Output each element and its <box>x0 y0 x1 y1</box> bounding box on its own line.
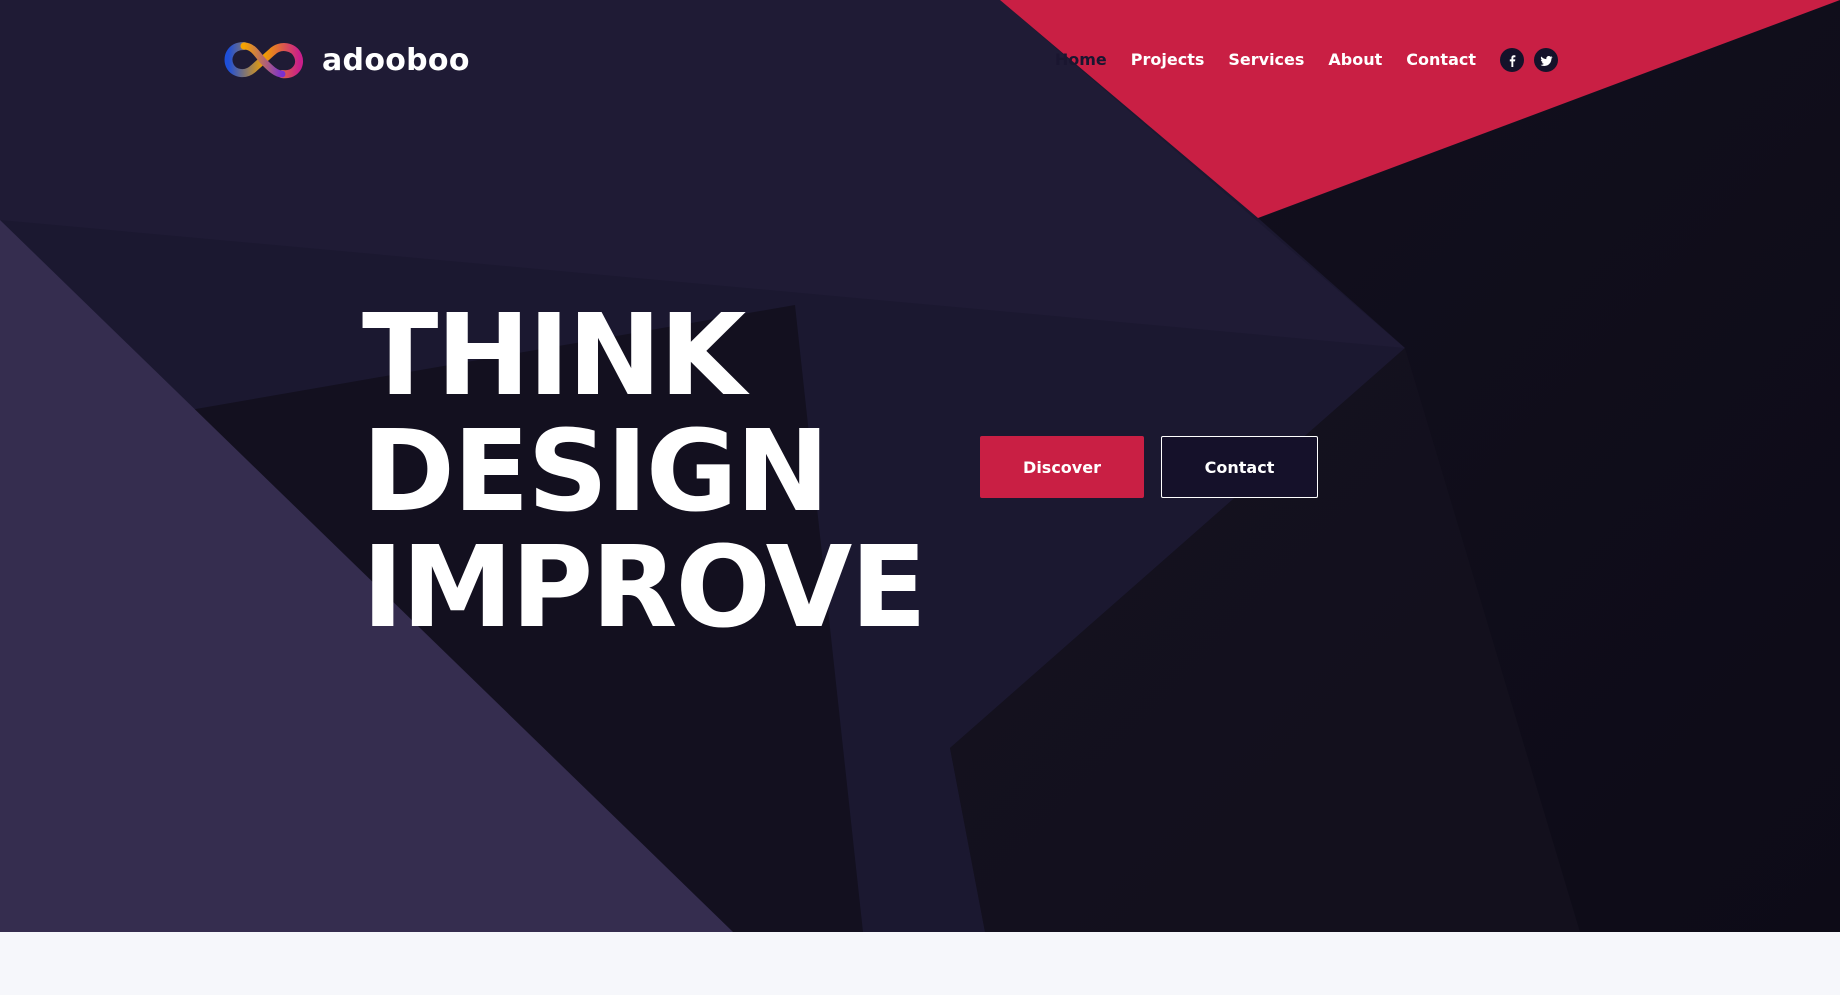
nav-home[interactable]: Home <box>1055 46 1107 74</box>
social-links <box>1500 48 1558 72</box>
facebook-icon <box>1509 54 1515 67</box>
page: adooboo Home Projects Services About Con… <box>0 0 1840 995</box>
brand[interactable]: adooboo <box>222 38 470 82</box>
brand-name: adooboo <box>322 42 470 78</box>
contact-button[interactable]: Contact <box>1161 436 1318 498</box>
nav-about[interactable]: About <box>1328 46 1382 74</box>
headline-line-2: DESIGN <box>362 407 829 537</box>
next-section-band <box>0 932 1840 995</box>
discover-button[interactable]: Discover <box>980 436 1144 498</box>
main-nav: Home Projects Services About Contact <box>1055 46 1558 74</box>
headline-line-1: THINK <box>362 291 746 421</box>
hero-headline: THINK DESIGN IMPROVE <box>362 291 927 653</box>
headline-line-3: IMPROVE <box>362 523 927 653</box>
nav-contact[interactable]: Contact <box>1406 46 1476 74</box>
facebook-button[interactable] <box>1500 48 1524 72</box>
hero-section: adooboo Home Projects Services About Con… <box>0 0 1840 932</box>
twitter-button[interactable] <box>1534 48 1558 72</box>
nav-projects[interactable]: Projects <box>1131 46 1205 74</box>
infinity-logo-icon <box>224 42 303 79</box>
twitter-icon <box>1540 55 1552 66</box>
nav-services[interactable]: Services <box>1228 46 1304 74</box>
